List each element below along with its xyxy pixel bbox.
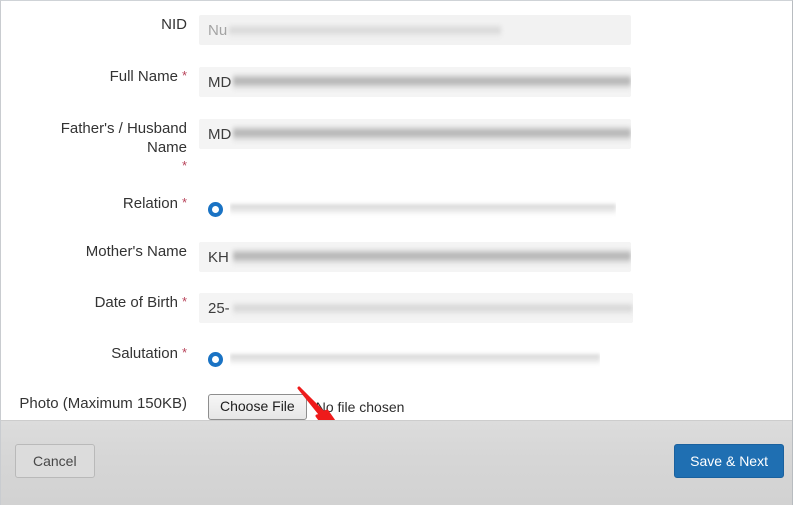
label-father-husband-name-text: Father's / Husband Name bbox=[60, 120, 187, 156]
label-photo: Photo (Maximum 150KB) bbox=[1, 394, 199, 413]
mothers-name-input-value: KH bbox=[208, 248, 229, 266]
required-marker-father-husband-name: * bbox=[181, 158, 187, 173]
choose-file-button[interactable]: Choose File bbox=[208, 394, 307, 420]
relation-options-redaction bbox=[230, 200, 616, 218]
label-full-name: Full Name * bbox=[1, 67, 199, 86]
field-father-husband-name: MD bbox=[199, 119, 792, 149]
label-mothers-name-text: Mother's Name bbox=[85, 243, 187, 260]
form-row-salutation: Salutation * bbox=[1, 344, 792, 374]
mothers-name-input[interactable]: KH bbox=[199, 242, 631, 272]
label-nid-text: NID bbox=[161, 16, 187, 33]
form-row-relation: Relation * bbox=[1, 194, 792, 224]
label-date-of-birth-text: Date of Birth bbox=[94, 294, 178, 311]
father-husband-name-input-value: MD bbox=[208, 125, 232, 143]
photo-file-input[interactable]: Choose File No file chosen bbox=[199, 394, 792, 420]
father-husband-name-input[interactable]: MD bbox=[199, 119, 631, 149]
salutation-options-redaction bbox=[230, 350, 600, 368]
label-photo-text: Photo (Maximum 150KB) bbox=[19, 395, 187, 412]
father-husband-name-redaction bbox=[233, 119, 631, 149]
form-row-full-name: Full Name * MD bbox=[1, 67, 792, 97]
nid-input[interactable]: Nu bbox=[199, 15, 631, 45]
label-salutation: Salutation * bbox=[1, 344, 199, 363]
form-body: NID Nu Full Name * MD Father's / Husband… bbox=[1, 1, 792, 443]
label-relation-text: Relation bbox=[122, 195, 178, 212]
label-full-name-text: Full Name bbox=[109, 68, 178, 85]
field-full-name: MD bbox=[199, 67, 792, 97]
label-relation: Relation * bbox=[1, 194, 199, 213]
required-marker-full-name: * bbox=[181, 68, 187, 83]
form-row-mothers-name: Mother's Name KH bbox=[1, 242, 792, 272]
label-father-husband-name: Father's / Husband Name * bbox=[1, 119, 199, 172]
relation-radio-selected-icon[interactable] bbox=[208, 201, 223, 217]
full-name-input[interactable]: MD bbox=[199, 67, 631, 97]
date-of-birth-input[interactable]: 25- bbox=[199, 293, 633, 323]
label-nid: NID bbox=[1, 15, 199, 34]
mothers-name-redaction bbox=[233, 242, 631, 272]
field-mothers-name: KH bbox=[199, 242, 792, 272]
full-name-redaction bbox=[233, 67, 631, 97]
label-salutation-text: Salutation bbox=[111, 345, 178, 362]
salutation-radio-selected-icon[interactable] bbox=[208, 351, 223, 367]
field-nid: Nu bbox=[199, 15, 792, 45]
field-salutation bbox=[199, 344, 792, 374]
full-name-input-value: MD bbox=[208, 73, 232, 91]
relation-radio-group[interactable] bbox=[199, 194, 792, 224]
save-and-next-button[interactable]: Save & Next bbox=[674, 444, 784, 478]
required-marker-salutation: * bbox=[181, 345, 187, 360]
required-marker-date-of-birth: * bbox=[181, 294, 187, 309]
required-marker-relation: * bbox=[181, 195, 187, 210]
date-of-birth-input-value: 25- bbox=[208, 299, 230, 317]
nid-redaction bbox=[229, 15, 501, 45]
label-date-of-birth: Date of Birth * bbox=[1, 293, 199, 312]
date-of-birth-redaction bbox=[233, 293, 633, 323]
nid-input-value: Nu bbox=[208, 21, 228, 39]
form-row-date-of-birth: Date of Birth * 25- bbox=[1, 293, 792, 323]
cancel-button[interactable]: Cancel bbox=[15, 444, 95, 478]
form-row-father-husband-name: Father's / Husband Name * MD bbox=[1, 119, 792, 172]
field-date-of-birth: 25- bbox=[199, 293, 792, 323]
photo-file-status: No file chosen bbox=[315, 399, 405, 415]
label-mothers-name: Mother's Name bbox=[1, 242, 199, 261]
salutation-radio-group[interactable] bbox=[199, 344, 792, 374]
form-dialog: NID Nu Full Name * MD Father's / Husband… bbox=[0, 0, 793, 505]
field-relation bbox=[199, 194, 792, 224]
form-row-nid: NID Nu bbox=[1, 15, 792, 45]
dialog-footer: Cancel Save & Next bbox=[1, 420, 792, 505]
